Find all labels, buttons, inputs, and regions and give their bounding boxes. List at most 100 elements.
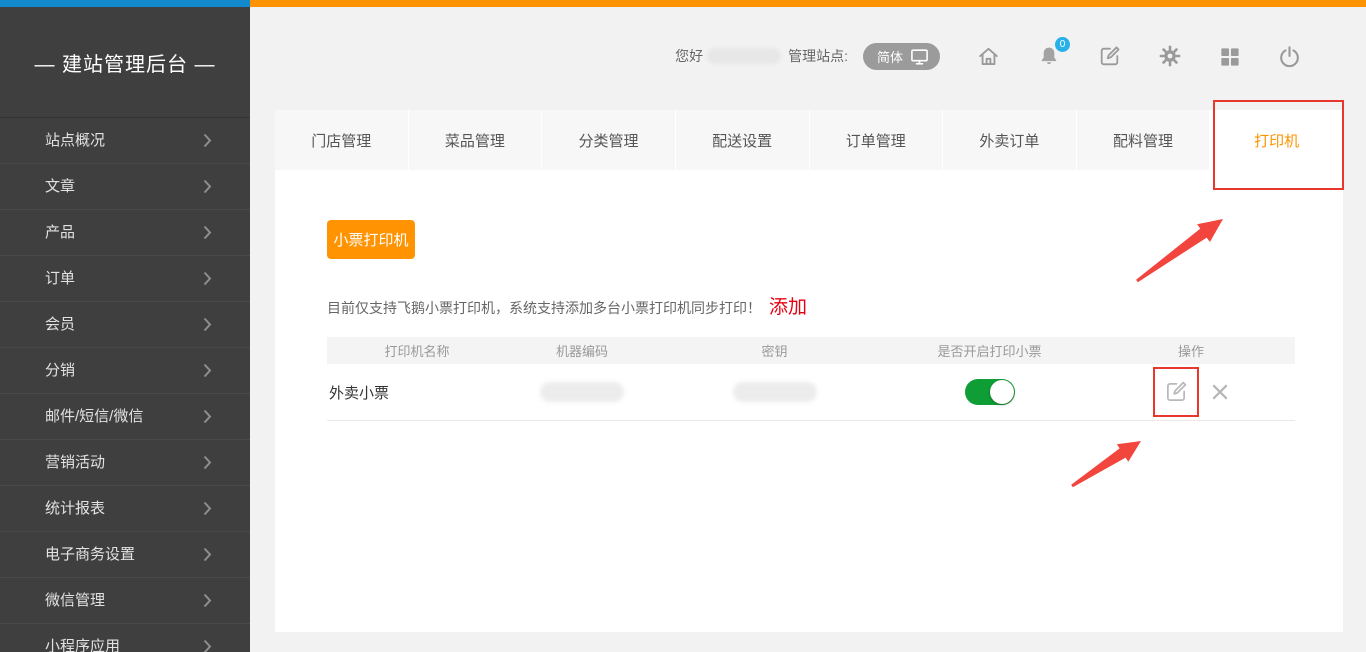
gear-icon bbox=[1158, 44, 1182, 68]
col-machine-code: 机器编码 bbox=[507, 341, 657, 360]
edit-icon bbox=[1163, 379, 1189, 405]
col-actions: 操作 bbox=[1087, 341, 1295, 360]
secret-key-redacted bbox=[733, 382, 817, 402]
edit-button[interactable] bbox=[1163, 379, 1189, 405]
tab-bar: 门店管理 菜品管理 分类管理 配送设置 订单管理 外卖订单 配料管理 打印机 bbox=[275, 110, 1343, 170]
sidebar-item-label: 订单 bbox=[45, 270, 75, 287]
sidebar-item-ecommerce-settings[interactable]: 电子商务设置 bbox=[0, 532, 250, 578]
printer-table: 打印机名称 机器编码 密钥 是否开启打印小票 操作 外卖小票 bbox=[327, 337, 1295, 421]
close-icon bbox=[1210, 382, 1230, 402]
chevron-right-icon bbox=[203, 133, 212, 148]
header: 您好 管理站点: 简体 0 bbox=[675, 42, 1302, 70]
greeting-text: 您好 bbox=[675, 46, 703, 66]
sidebar-item-label: 统计报表 bbox=[45, 500, 105, 517]
sidebar-item-wechat-management[interactable]: 微信管理 bbox=[0, 578, 250, 624]
sidebar-item-label: 营销活动 bbox=[45, 454, 105, 471]
col-printer-name: 打印机名称 bbox=[327, 341, 507, 360]
apps-grid-icon bbox=[1218, 45, 1241, 68]
home-button[interactable] bbox=[976, 44, 1001, 69]
add-printer-link[interactable]: 添加 bbox=[769, 297, 807, 318]
chevron-right-icon bbox=[203, 317, 212, 332]
receipt-printer-button[interactable]: 小票打印机 bbox=[327, 220, 415, 259]
chevron-right-icon bbox=[203, 363, 212, 378]
sidebar-item-label: 微信管理 bbox=[45, 592, 105, 609]
chevron-right-icon bbox=[203, 639, 212, 652]
sidebar-item-reports[interactable]: 统计报表 bbox=[0, 486, 250, 532]
sidebar-item-orders[interactable]: 订单 bbox=[0, 256, 250, 302]
tab-takeout-orders[interactable]: 外卖订单 bbox=[943, 110, 1077, 170]
username-redacted bbox=[707, 48, 781, 64]
tab-delivery-settings[interactable]: 配送设置 bbox=[676, 110, 810, 170]
tab-label: 菜品管理 bbox=[445, 130, 505, 151]
chevron-right-icon bbox=[203, 179, 212, 194]
compose-icon bbox=[1097, 44, 1122, 69]
tab-ingredient-management[interactable]: 配料管理 bbox=[1077, 110, 1211, 170]
chevron-right-icon bbox=[203, 455, 212, 470]
col-print-enabled: 是否开启打印小票 bbox=[892, 341, 1087, 360]
toggle-knob bbox=[990, 380, 1014, 404]
print-enabled-cell bbox=[892, 379, 1087, 405]
sidebar-item-label: 分销 bbox=[45, 362, 75, 379]
sidebar-item-miniprogram[interactable]: 小程序应用 bbox=[0, 624, 250, 652]
content-panel: 小票打印机 目前仅支持飞鹅小票打印机，系统支持添加多台小票打印机同步打印！添加 … bbox=[275, 170, 1343, 632]
annotation-box-edit-button bbox=[1153, 367, 1199, 417]
tab-dish-management[interactable]: 菜品管理 bbox=[409, 110, 543, 170]
sidebar-item-label: 文章 bbox=[45, 178, 75, 195]
sidebar-item-articles[interactable]: 文章 bbox=[0, 164, 250, 210]
chevron-right-icon bbox=[203, 547, 212, 562]
tab-label: 配料管理 bbox=[1113, 130, 1173, 151]
sidebar-item-products[interactable]: 产品 bbox=[0, 210, 250, 256]
tab-label: 打印机 bbox=[1254, 130, 1299, 151]
machine-code-redacted bbox=[540, 382, 624, 402]
tab-order-management[interactable]: 订单管理 bbox=[810, 110, 944, 170]
compose-button[interactable] bbox=[1097, 44, 1122, 69]
printer-name-cell: 外卖小票 bbox=[327, 382, 507, 403]
language-label: 简体 bbox=[877, 47, 903, 66]
tab-label: 订单管理 bbox=[846, 130, 906, 151]
tab-label: 门店管理 bbox=[311, 130, 371, 151]
tab-printer[interactable]: 打印机 bbox=[1210, 110, 1343, 170]
sidebar-item-label: 电子商务设置 bbox=[45, 546, 135, 563]
tab-label: 配送设置 bbox=[712, 130, 772, 151]
site-language-pill[interactable]: 简体 bbox=[863, 43, 940, 70]
sidebar-item-distribution[interactable]: 分销 bbox=[0, 348, 250, 394]
delete-button[interactable] bbox=[1210, 382, 1230, 402]
sidebar-item-members[interactable]: 会员 bbox=[0, 302, 250, 348]
actions-cell bbox=[1087, 367, 1295, 417]
chevron-right-icon bbox=[203, 409, 212, 424]
chevron-right-icon bbox=[203, 501, 212, 516]
table-row: 外卖小票 bbox=[327, 364, 1295, 421]
chevron-right-icon bbox=[203, 225, 212, 240]
printer-notice: 目前仅支持飞鹅小票打印机，系统支持添加多台小票打印机同步打印！ 添加 bbox=[327, 292, 807, 319]
logout-button[interactable] bbox=[1277, 44, 1302, 69]
home-icon bbox=[976, 44, 1001, 69]
monitor-icon bbox=[910, 47, 929, 66]
secret-key-cell bbox=[657, 382, 892, 402]
sidebar-item-label: 邮件/短信/微信 bbox=[45, 408, 143, 425]
notifications-button[interactable]: 0 bbox=[1037, 44, 1061, 68]
sidebar: — 建站管理后台 — 站点概况 文章 产品 订单 会员 分销 邮件/短信/微信 … bbox=[0, 7, 250, 652]
tab-label: 分类管理 bbox=[579, 130, 639, 151]
tab-category-management[interactable]: 分类管理 bbox=[542, 110, 676, 170]
tab-label: 外卖订单 bbox=[979, 130, 1039, 151]
chevron-right-icon bbox=[203, 271, 212, 286]
apps-button[interactable] bbox=[1218, 45, 1241, 68]
chevron-right-icon bbox=[203, 593, 212, 608]
sidebar-item-marketing[interactable]: 营销活动 bbox=[0, 440, 250, 486]
manage-site-label: 管理站点: bbox=[788, 46, 848, 66]
col-secret-key: 密钥 bbox=[657, 341, 892, 360]
notice-text: 目前仅支持飞鹅小票打印机，系统支持添加多台小票打印机同步打印！ bbox=[327, 300, 761, 316]
sidebar-item-mail-sms-wechat[interactable]: 邮件/短信/微信 bbox=[0, 394, 250, 440]
tab-store-management[interactable]: 门店管理 bbox=[275, 110, 409, 170]
sidebar-item-site-overview[interactable]: 站点概况 bbox=[0, 118, 250, 164]
sidebar-item-label: 站点概况 bbox=[45, 132, 105, 149]
machine-code-cell bbox=[507, 382, 657, 402]
table-header-row: 打印机名称 机器编码 密钥 是否开启打印小票 操作 bbox=[327, 337, 1295, 364]
sidebar-item-label: 小程序应用 bbox=[45, 638, 120, 652]
sidebar-item-label: 产品 bbox=[45, 224, 75, 241]
print-enabled-toggle[interactable] bbox=[965, 379, 1015, 405]
power-icon bbox=[1277, 44, 1302, 69]
sidebar-top-strip bbox=[0, 0, 250, 7]
app-title: — 建站管理后台 — bbox=[0, 7, 250, 118]
settings-button[interactable] bbox=[1158, 44, 1182, 68]
